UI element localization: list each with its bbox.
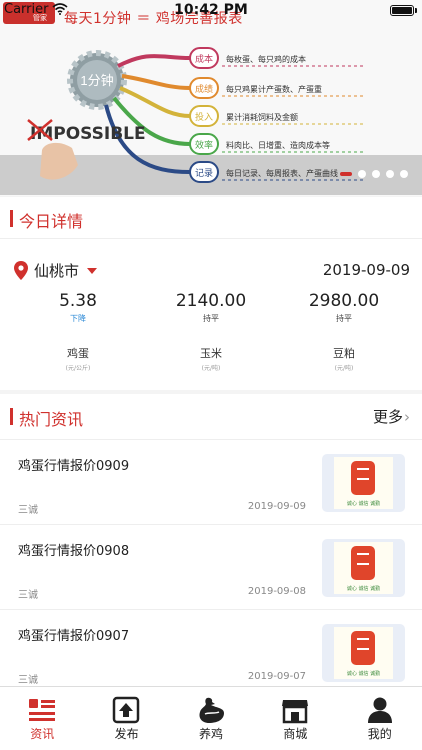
tab-profile[interactable]: 我的	[338, 687, 422, 750]
branch-0: 成本 每枚蛋、每只鸡的成本	[189, 47, 365, 69]
promo-banner[interactable]: 管家 每天1分钟 ＝ 鸡场完善报表 1分钟 成本 每枚蛋、每只鸡的成本 成绩 每只鸡累…	[0, 0, 422, 196]
news-list-item[interactable]: 鸡蛋行情报价0907 三诚 2019-09-07 诚心 诚信 诚勤	[0, 610, 422, 695]
page-dot[interactable]	[386, 170, 394, 178]
price-value: 2140.00	[175, 291, 247, 311]
city-selector[interactable]: 仙桃市	[14, 260, 98, 281]
location-pin-icon	[14, 261, 28, 280]
thumbnail-motto: 诚心 诚信 诚勤	[346, 586, 381, 592]
price-value: 2980.00	[308, 291, 380, 311]
banner-page-indicator[interactable]	[340, 170, 408, 178]
news-list-item[interactable]: 鸡蛋行情报价0908 三诚 2019-09-08 诚心 诚信 诚勤	[0, 525, 422, 610]
tab-label: 资讯	[30, 727, 55, 741]
more-label: 更多	[372, 408, 403, 426]
price-corn: 2140.00 持平 玉米 (元/吨)	[141, 291, 281, 372]
more-news-link[interactable]: 更多›	[373, 406, 410, 427]
dropdown-caret-icon	[87, 267, 98, 274]
upload-icon	[113, 696, 140, 724]
branch-tag-label: 成绩	[195, 83, 213, 95]
news-source: 三诚	[18, 505, 38, 516]
tab-chicken[interactable]: 养鸡	[169, 687, 253, 750]
commodity-unit: (元/吨)	[334, 365, 354, 372]
chicken-icon	[199, 697, 224, 723]
hand-graphic	[40, 142, 78, 180]
branch-3: 效率 料肉比、日增重、造肉成本等	[189, 133, 365, 155]
news-date: 2019-09-08	[247, 586, 306, 597]
commodity-name: 鸡蛋	[67, 347, 89, 360]
tab-label: 发布	[114, 727, 139, 741]
section-title: 热门资讯	[19, 410, 84, 429]
tab-store[interactable]: 商城	[253, 687, 337, 750]
price-trend: 持平	[336, 314, 352, 323]
tab-publish[interactable]: 发布	[84, 687, 168, 750]
branch-text: 料肉比、日增重、造肉成本等	[226, 140, 330, 150]
section-accent-bar	[10, 210, 13, 227]
page-dot[interactable]	[358, 170, 366, 178]
today-date: 2019-09-09	[322, 261, 410, 279]
branch-4: 记录 每日记录、每周报表、产蛋曲线	[189, 161, 365, 183]
news-thumbnail: 诚心 诚信 诚勤	[322, 454, 405, 512]
branch-1: 成绩 每只鸡累计产蛋数、产蛋重	[189, 77, 365, 99]
status-bar: Carrier 10:42 PM	[0, 0, 422, 20]
store-icon	[282, 700, 309, 724]
brand-seal-logo	[351, 631, 375, 665]
news-date: 2019-09-09	[247, 501, 306, 512]
commodity-unit: (元/吨)	[201, 365, 221, 372]
price-trend: 下降	[70, 314, 86, 323]
tab-label: 养鸡	[198, 727, 223, 741]
branch-tag-label: 投入	[195, 111, 213, 123]
branch-text: 每枚蛋、每只鸡的成本	[226, 54, 306, 64]
commodity-name: 玉米	[200, 347, 222, 360]
clock-time: 10:42 PM	[174, 2, 248, 18]
today-details-panel: 仙桃市 2019-09-09 5.38 下降 鸡蛋 (元/公斤) 2140.00…	[0, 240, 422, 390]
branch-tag-label: 记录	[195, 168, 213, 179]
news-title: 鸡蛋行情报价0907	[18, 629, 130, 644]
tab-label: 商城	[283, 727, 308, 741]
bottom-tab-bar: 资讯 发布 养鸡 商城 我的	[0, 686, 422, 750]
banner-mindmap-graphic: 1分钟 成本 每枚蛋、每只鸡的成本成绩 每只鸡累计产蛋数、产蛋重投入 累计消耗饲料及金…	[27, 47, 365, 183]
tab-label: 我的	[367, 727, 392, 741]
chevron-right-icon: ›	[404, 408, 410, 426]
brand-seal-logo	[351, 461, 375, 495]
impossible-text: IMPOSSIBLE	[30, 124, 146, 144]
profile-icon	[367, 697, 392, 723]
news-source: 三诚	[18, 590, 38, 601]
branch-tag-label: 成本	[195, 53, 213, 65]
gear-label: 1分钟	[80, 73, 113, 88]
brand-seal-logo	[351, 546, 375, 580]
price-soymeal: 2980.00 持平 豆粕 (元/吨)	[274, 291, 414, 372]
news-section-header: 热门资讯 更多›	[0, 394, 422, 440]
tab-news[interactable]: 资讯	[0, 687, 84, 750]
thumbnail-motto: 诚心 诚信 诚勤	[346, 671, 381, 677]
news-title: 鸡蛋行情报价0908	[18, 544, 130, 559]
commodity-name: 豆粕	[333, 347, 355, 360]
section-title: 今日详情	[19, 212, 84, 231]
commodity-unit: (元/公斤)	[65, 365, 91, 372]
today-section-header: 今日详情	[0, 197, 422, 239]
branch-text: 每日记录、每周报表、产蛋曲线	[226, 168, 338, 178]
news-source: 三诚	[18, 675, 38, 686]
news-icon	[29, 699, 55, 721]
branch-tag-label: 效率	[195, 139, 213, 151]
page-dot[interactable]	[372, 170, 380, 178]
city-name: 仙桃市	[34, 262, 80, 280]
news-thumbnail: 诚心 诚信 诚勤	[322, 539, 405, 597]
battery-icon	[390, 5, 417, 16]
page-dot[interactable]	[400, 170, 408, 178]
page-dot[interactable]	[340, 172, 352, 176]
section-accent-bar	[10, 408, 13, 425]
news-list-item[interactable]: 鸡蛋行情报价0909 三诚 2019-09-09 诚心 诚信 诚勤	[0, 440, 422, 525]
news-thumbnail: 诚心 诚信 诚勤	[322, 624, 405, 682]
price-trend: 持平	[203, 314, 219, 323]
news-date: 2019-09-07	[247, 671, 306, 682]
branch-text: 累计消耗饲料及金额	[226, 112, 298, 122]
news-title: 鸡蛋行情报价0909	[18, 459, 130, 474]
price-value: 5.38	[59, 291, 97, 311]
branch-text: 每只鸡累计产蛋数、产蛋重	[226, 84, 322, 94]
thumbnail-motto: 诚心 诚信 诚勤	[346, 501, 381, 507]
branch-2: 投入 累计消耗饲料及金额	[189, 105, 365, 127]
price-egg: 5.38 下降 鸡蛋 (元/公斤)	[8, 291, 148, 372]
